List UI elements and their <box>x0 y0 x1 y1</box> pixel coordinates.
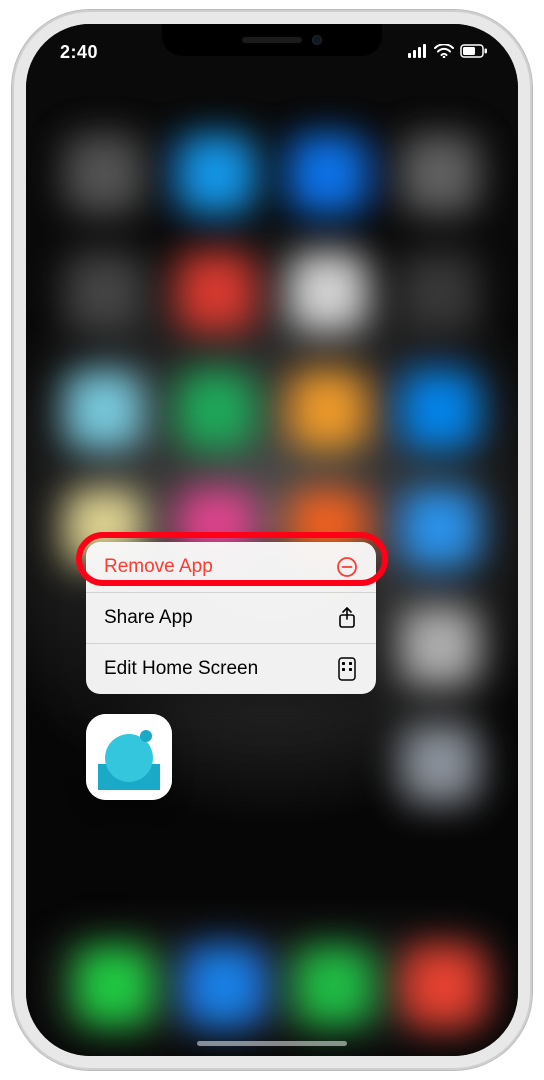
share-icon <box>336 607 358 629</box>
menu-item-label: Share App <box>104 607 193 629</box>
phone-frame: 2:40 Remove App Share <box>12 10 532 1070</box>
status-time: 2:40 <box>60 42 98 63</box>
context-menu: Remove App Share App Edit Home Screen <box>86 542 376 694</box>
phone-notch <box>162 24 382 56</box>
remove-circle-icon <box>336 556 358 578</box>
cellular-signal-icon <box>408 44 428 58</box>
menu-item-edit-home-screen[interactable]: Edit Home Screen <box>86 644 376 694</box>
phone-screen: 2:40 Remove App Share <box>26 24 518 1056</box>
menu-item-label: Remove App <box>104 556 213 578</box>
wifi-icon <box>434 44 454 58</box>
home-indicator[interactable] <box>197 1041 347 1046</box>
apps-grid-icon <box>336 658 358 680</box>
menu-item-remove-app[interactable]: Remove App <box>86 542 376 593</box>
battery-icon <box>460 44 488 58</box>
selected-app-icon[interactable] <box>86 714 172 800</box>
blurred-home-icons <box>26 24 518 1056</box>
menu-item-label: Edit Home Screen <box>104 658 258 680</box>
menu-item-share-app[interactable]: Share App <box>86 593 376 644</box>
